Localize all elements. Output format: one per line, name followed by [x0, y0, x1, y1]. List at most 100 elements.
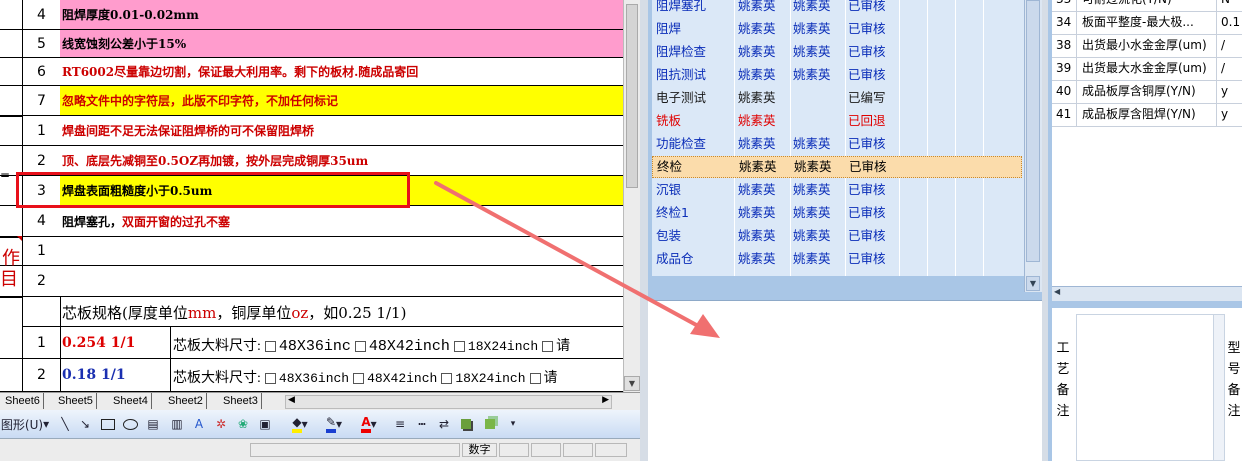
process-row[interactable]: 终检 姚素英 姚素英 已审核: [652, 156, 1022, 178]
scroll-thumb[interactable]: [1026, 0, 1040, 262]
checkbox-opt4[interactable]: [529, 373, 541, 385]
arrow-style-icon[interactable]: ⇄: [436, 416, 452, 432]
scroll-right-arrow[interactable]: ▶: [602, 395, 609, 405]
sheet-row[interactable]: 7 忽略文件中的字符层，此版不印字符，不加任何标记: [0, 86, 624, 116]
process-status: 已审核: [848, 136, 886, 151]
checkbox-opt1[interactable]: [264, 341, 276, 353]
tab-sheet2[interactable]: Sheet2: [165, 393, 207, 409]
param-value: /: [1221, 38, 1226, 52]
param-name: 出货最大水金金厚(um): [1082, 61, 1207, 75]
row-text-main: 线宽蚀刻公差小于15%: [62, 37, 187, 51]
param-number: 41: [1056, 107, 1072, 121]
param-row[interactable]: 40 成品板厚含铜厚(Y/N) y: [1052, 80, 1242, 104]
process-row[interactable]: 沉银 姚素英 姚素英 已审核: [652, 179, 1022, 201]
scroll-thumb[interactable]: [626, 4, 638, 188]
scroll-down-button[interactable]: ▼: [624, 376, 640, 391]
arrow-tool-icon[interactable]: ↘: [78, 416, 92, 432]
process-row[interactable]: 铣板 姚素英 已回退: [652, 110, 1022, 132]
wordart-icon[interactable]: A: [192, 416, 206, 432]
process-step: 阻焊塞孔: [656, 0, 707, 13]
line-color-icon[interactable]: ✎ ▾: [322, 415, 346, 433]
row-text[interactable]: 阻焊塞孔， 双面开窗的过孔不塞: [60, 206, 624, 236]
process-row[interactable]: 阻抗测试 姚素英 姚素英 已审核: [652, 64, 1022, 86]
oval-icon[interactable]: [122, 416, 138, 432]
row-number: 7: [22, 86, 61, 115]
line-style-icon[interactable]: ≡: [392, 416, 408, 432]
rectangle-icon[interactable]: [100, 416, 116, 432]
row-text[interactable]: [60, 237, 624, 265]
vertical-textbox-icon[interactable]: ▥: [170, 416, 184, 432]
param-value: N: [1221, 0, 1230, 11]
process-row[interactable]: 成品仓 姚素英 姚素英 已审核: [652, 248, 1022, 270]
3d-icon[interactable]: [482, 416, 498, 432]
shadow-icon[interactable]: [458, 416, 474, 432]
checkbox-opt4[interactable]: [542, 341, 554, 353]
process-row[interactable]: 终检1 姚素英 姚素英 已审核: [652, 202, 1022, 224]
toolbar-options-icon[interactable]: ▾: [508, 416, 518, 432]
param-row[interactable]: 38 出货最小水金金厚(um) /: [1052, 34, 1242, 58]
reviewer: 姚素英: [793, 44, 831, 59]
sheet-row[interactable]: 5 线宽蚀刻公差小于15%: [0, 30, 624, 58]
sheet-row[interactable]: 4 阻焊厚度0.01-0.02mm: [0, 0, 624, 30]
diagram-icon[interactable]: ✲: [214, 416, 228, 432]
core-thickness: 0.254 1/1: [62, 335, 136, 351]
sheet-row[interactable]: 6 RT6002尽量靠边切割，保证最大利用率。剩下的板材.随成品寄回: [0, 58, 624, 86]
textbox-icon[interactable]: ▤: [146, 416, 160, 432]
checkbox-opt3[interactable]: [441, 373, 453, 385]
picture-icon[interactable]: ▣: [258, 416, 272, 432]
process-status: 已审核: [848, 228, 886, 243]
dash-style-icon[interactable]: ┅: [414, 416, 430, 432]
row-text[interactable]: RT6002尽量靠边切割，保证最大利用率。剩下的板材.随成品寄回: [60, 58, 624, 85]
comment-indicator: [17, 236, 22, 241]
status-cell: [250, 443, 460, 457]
tab-sheet3[interactable]: Sheet3: [220, 393, 262, 409]
row-text[interactable]: 顶、底层先减铜至0.5OZ再加镀，按外层完成铜厚35um: [60, 146, 624, 175]
param-row[interactable]: 41 成品板厚含阻焊(Y/N) y: [1052, 103, 1242, 127]
param-number: 40: [1056, 84, 1072, 98]
checkbox-opt1[interactable]: [264, 373, 276, 385]
core-spec-row[interactable]: 2 0.18 1/1 芯板大料尺寸: 48X36inch 48X42inch 18X24i…: [0, 359, 624, 392]
tab-sheet6[interactable]: Sheet6: [2, 393, 44, 409]
process-row[interactable]: 电子测试 姚素英 已编写: [652, 87, 1022, 109]
horizontal-scrollbar[interactable]: ◀ ▶: [285, 395, 612, 409]
scroll-down-button[interactable]: ▼: [1026, 276, 1040, 291]
process-remark-input[interactable]: [1076, 314, 1214, 461]
line-icon[interactable]: ╲: [58, 416, 72, 432]
shapes-menu[interactable]: 图形(U) ▾: [0, 416, 50, 432]
checkbox-opt2[interactable]: [353, 373, 365, 385]
params-hscrollbar[interactable]: ◀: [1052, 286, 1242, 301]
core-spec-row[interactable]: 1 0.254 1/1 芯板大料尺寸: 48X36inc 48X42inch 18X24i…: [0, 327, 624, 359]
sheet-vertical-scrollbar[interactable]: ▼: [623, 0, 640, 392]
process-row[interactable]: 阻焊塞孔 姚素英 姚素英 已审核: [652, 0, 1022, 17]
process-row[interactable]: 功能检查 姚素英 姚素英 已审核: [652, 133, 1022, 155]
sheet-row[interactable]: 1: [0, 237, 624, 266]
sheet-tabs-bar: Sheet6 Sheet5 Sheet4 Sheet2 Sheet3 ◀ ▶: [0, 392, 640, 411]
clipart-icon[interactable]: ❀: [236, 416, 250, 432]
param-row[interactable]: 34 板面平整度-最大极... 0.1: [1052, 11, 1242, 35]
process-step: 终检1: [656, 205, 689, 220]
sheet-row[interactable]: 4 阻焊塞孔， 双面开窗的过孔不塞: [0, 206, 624, 237]
checkbox-opt3[interactable]: [453, 341, 465, 353]
row-text[interactable]: 忽略文件中的字符层，此版不印字符，不加任何标记: [60, 86, 624, 115]
checkbox-opt2[interactable]: [354, 341, 366, 353]
param-row[interactable]: 39 出货最大水金金厚(um) /: [1052, 57, 1242, 81]
process-row[interactable]: 阻焊检查 姚素英 姚素英 已审核: [652, 41, 1022, 63]
row-text[interactable]: 焊盘间距不足无法保证阻焊桥的可不保留阻焊桥: [60, 116, 624, 145]
row-text[interactable]: [60, 266, 624, 296]
scroll-left-arrow[interactable]: ◀: [288, 395, 295, 405]
param-number: 38: [1056, 38, 1072, 52]
process-row[interactable]: 阻焊 姚素英 姚素英 已审核: [652, 18, 1022, 40]
row-text[interactable]: 阻焊厚度0.01-0.02mm: [60, 0, 624, 29]
font-color-icon[interactable]: A ▾: [356, 415, 382, 433]
sheet-row[interactable]: 1 焊盘间距不足无法保证阻焊桥的可不保留阻焊桥: [0, 116, 624, 146]
process-list-scrollbar[interactable]: ▼: [1024, 0, 1042, 292]
window-splitter[interactable]: [640, 0, 648, 461]
remark-scrollbar[interactable]: [1213, 314, 1225, 461]
row-text[interactable]: 线宽蚀刻公差小于15%: [60, 30, 624, 57]
tab-sheet4[interactable]: Sheet4: [110, 393, 152, 409]
fill-color-icon[interactable]: ◆ ▾: [288, 415, 312, 433]
scroll-left-arrow[interactable]: ◀: [1054, 287, 1060, 296]
tab-sheet5[interactable]: Sheet5: [55, 393, 97, 409]
process-row[interactable]: 包装 姚素英 姚素英 已审核: [652, 225, 1022, 247]
sheet-row[interactable]: 2: [0, 266, 624, 297]
